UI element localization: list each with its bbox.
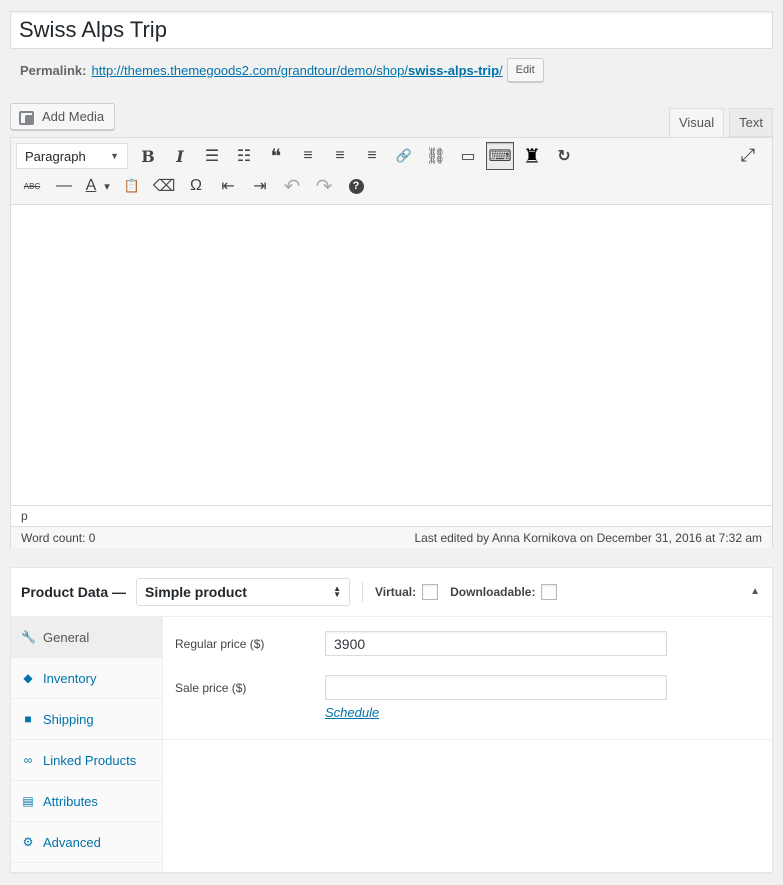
sale-price-row: Sale price ($) bbox=[175, 675, 667, 700]
format-select[interactable]: Paragraph ▼ bbox=[16, 143, 128, 169]
product-data-title: Product Data — bbox=[21, 584, 127, 600]
product-tab-label: Inventory bbox=[43, 670, 97, 686]
blockquote-icon[interactable]: ❝ bbox=[262, 142, 290, 170]
editor-info-bar: Word count: 0 Last edited by Anna Kornik… bbox=[11, 526, 772, 548]
toolbar-toggle-icon[interactable]: ⌨ bbox=[486, 142, 514, 170]
list-icon: ▤ bbox=[22, 794, 34, 808]
product-tab-attributes[interactable]: ▤ Attributes bbox=[11, 781, 162, 822]
read-more-icon[interactable]: ▭ bbox=[454, 142, 482, 170]
content-editor: Paragraph ▼ B I ☰ ☷ ❝ ≡ ≡ ≡ 🔗 ⛓ ▭ ⌨ ♜ ↻ … bbox=[10, 137, 773, 548]
word-count: Word count: 0 bbox=[21, 530, 96, 545]
italic-icon[interactable]: I bbox=[166, 142, 194, 170]
indent-icon[interactable]: ⇥ bbox=[246, 172, 274, 200]
separator bbox=[362, 582, 364, 602]
post-title-input[interactable]: Swiss Alps Trip bbox=[10, 11, 773, 49]
product-data-body: 🔧 General ◆ Inventory ■ Shipping ∞ Linke… bbox=[11, 617, 772, 872]
permalink-link[interactable]: http://themes.themegoods2.com/grandtour/… bbox=[91, 63, 502, 78]
editor-toolbar: Paragraph ▼ B I ☰ ☷ ❝ ≡ ≡ ≡ 🔗 ⛓ ▭ ⌨ ♜ ↻ … bbox=[11, 138, 772, 205]
select-arrows-icon: ▲ ▼ bbox=[333, 584, 342, 599]
sale-price-label: Sale price ($) bbox=[175, 680, 247, 695]
product-tab-linked-products[interactable]: ∞ Linked Products bbox=[11, 740, 162, 781]
help-icon[interactable]: ? bbox=[342, 172, 370, 200]
redo-icon[interactable]: ↷ bbox=[310, 172, 338, 200]
product-type-value: Simple product bbox=[145, 584, 247, 600]
tab-text[interactable]: Text bbox=[729, 108, 773, 137]
wrench-icon: 🔧 bbox=[21, 630, 36, 644]
last-edited: Last edited by Anna Kornikova on Decembe… bbox=[414, 530, 762, 545]
edit-permalink-button[interactable]: Edit bbox=[506, 58, 544, 82]
undo-icon[interactable]: ↶ bbox=[278, 172, 306, 200]
product-data-header: Product Data — Simple product ▲ ▼ Virtual… bbox=[11, 568, 772, 617]
product-tab-label: General bbox=[43, 629, 90, 645]
regular-price-row: Regular price ($) 3900 bbox=[175, 631, 667, 656]
product-tab-shipping[interactable]: ■ Shipping bbox=[11, 699, 162, 740]
editor-tabs: Visual Text bbox=[664, 108, 773, 137]
permalink-slug: swiss-alps-trip bbox=[408, 62, 500, 78]
format-select-value: Paragraph bbox=[25, 148, 86, 164]
editor-content-area[interactable] bbox=[11, 205, 772, 505]
permalink-base: http://themes.themegoods2.com/grandtour/… bbox=[91, 62, 409, 78]
product-data-box: Product Data — Simple product ▲ ▼ Virtual… bbox=[10, 567, 773, 873]
path-element[interactable]: p bbox=[21, 509, 28, 523]
chevron-down-icon: ▼ bbox=[110, 151, 119, 161]
help-glyph: ? bbox=[348, 178, 364, 194]
bold-icon[interactable]: B bbox=[134, 142, 162, 170]
tag-icon: ◆ bbox=[23, 671, 33, 685]
permalink-row: Permalink: http://themes.themegoods2.com… bbox=[20, 58, 544, 82]
product-tab-advanced[interactable]: ⚙ Advanced bbox=[11, 822, 162, 863]
unlink-icon[interactable]: ⛓ bbox=[422, 142, 450, 170]
clear-formatting-icon[interactable]: ⌫ bbox=[150, 172, 178, 200]
collapse-toggle-icon[interactable]: ▲ bbox=[750, 586, 760, 597]
sale-price-input[interactable] bbox=[325, 675, 667, 700]
product-data-panel: Regular price ($) 3900 Sale price ($) Sc… bbox=[163, 617, 772, 872]
product-tab-label: Linked Products bbox=[43, 752, 137, 768]
add-media-label: Add Media bbox=[42, 109, 105, 124]
align-left-icon[interactable]: ≡ bbox=[294, 142, 322, 170]
tab-visual[interactable]: Visual bbox=[668, 108, 725, 137]
product-tab-label: Shipping bbox=[43, 711, 94, 727]
virtual-label: Virtual: bbox=[375, 585, 417, 599]
numbered-list-icon[interactable]: ☷ bbox=[230, 142, 258, 170]
refresh-icon[interactable]: ↻ bbox=[550, 142, 578, 170]
add-media-button[interactable]: Add Media bbox=[10, 103, 115, 130]
text-color-icon[interactable]: A bbox=[82, 172, 100, 200]
downloadable-checkbox[interactable] bbox=[541, 584, 558, 600]
product-tab-general[interactable]: 🔧 General bbox=[11, 617, 162, 658]
regular-price-label: Regular price ($) bbox=[175, 636, 265, 651]
product-tab-label: Attributes bbox=[43, 793, 98, 809]
product-tab-inventory[interactable]: ◆ Inventory bbox=[11, 658, 162, 699]
fullscreen-icon[interactable]: ⤢ bbox=[734, 141, 762, 169]
panel-divider bbox=[163, 739, 772, 740]
text-color-dropdown-icon[interactable]: ▾ bbox=[100, 172, 114, 200]
paste-text-icon[interactable]: 📋 bbox=[118, 172, 146, 200]
shortcode-icon[interactable]: ♜ bbox=[518, 142, 546, 170]
strikethrough-icon[interactable]: ABC bbox=[18, 172, 46, 200]
virtual-checkbox[interactable] bbox=[422, 584, 439, 600]
product-tab-label: Advanced bbox=[43, 834, 101, 850]
outdent-icon[interactable]: ⇤ bbox=[214, 172, 242, 200]
link-icon[interactable]: 🔗 bbox=[390, 142, 418, 170]
media-icon bbox=[19, 109, 35, 125]
product-data-nav: 🔧 General ◆ Inventory ■ Shipping ∞ Linke… bbox=[11, 617, 163, 872]
align-center-icon[interactable]: ≡ bbox=[326, 142, 354, 170]
special-character-icon[interactable]: Ω bbox=[182, 172, 210, 200]
toolbar-row-2: ABC — A ▾ 📋 ⌫ Ω ⇤ ⇥ ↶ ↷ ? bbox=[16, 171, 372, 201]
truck-icon: ■ bbox=[24, 712, 32, 726]
downloadable-label: Downloadable: bbox=[450, 585, 536, 599]
bulleted-list-icon[interactable]: ☰ bbox=[198, 142, 226, 170]
schedule-link[interactable]: Schedule bbox=[325, 705, 379, 720]
regular-price-input[interactable]: 3900 bbox=[325, 631, 667, 656]
gear-icon: ⚙ bbox=[22, 835, 34, 849]
toolbar-row-1: Paragraph ▼ B I ☰ ☷ ❝ ≡ ≡ ≡ 🔗 ⛓ ▭ ⌨ ♜ ↻ bbox=[16, 141, 580, 171]
horizontal-line-icon[interactable]: — bbox=[50, 172, 78, 200]
permalink-trailing: / bbox=[499, 62, 503, 78]
link-icon: ∞ bbox=[23, 753, 33, 767]
align-right-icon[interactable]: ≡ bbox=[358, 142, 386, 170]
editor-path: p bbox=[11, 505, 772, 526]
permalink-label: Permalink: bbox=[20, 62, 87, 78]
product-type-select[interactable]: Simple product ▲ ▼ bbox=[136, 578, 351, 606]
